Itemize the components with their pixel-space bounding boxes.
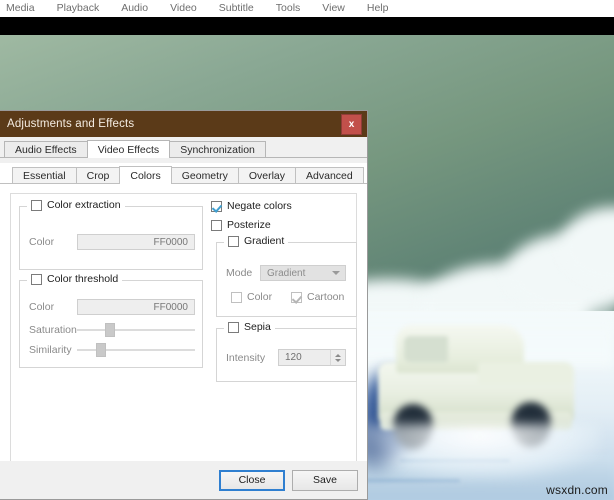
tab-crop[interactable]: Crop xyxy=(75,167,121,183)
tab-audio-effects[interactable]: Audio Effects xyxy=(4,141,88,157)
color-threshold-color-field[interactable]: FF0000 xyxy=(77,299,195,315)
gradient-color-row[interactable]: Color xyxy=(231,291,272,303)
stepper-up-icon[interactable] xyxy=(335,353,341,357)
color-extraction-label: Color extraction xyxy=(47,199,121,211)
car-subject xyxy=(360,320,600,480)
adjustments-and-effects-dialog: Adjustments and Effects x Audio Effects … xyxy=(0,110,368,500)
sepia-label: Sepia xyxy=(244,321,271,333)
color-threshold-color-label: Color xyxy=(29,301,55,313)
similarity-slider[interactable] xyxy=(77,343,195,357)
sepia-intensity-value: 120 xyxy=(285,352,302,363)
menu-item-playback[interactable]: Playback xyxy=(46,0,111,17)
posterize-checkbox[interactable] xyxy=(211,219,222,231)
gradient-cartoon-label: Cartoon xyxy=(307,291,345,303)
tab-geometry[interactable]: Geometry xyxy=(170,167,239,183)
gradient-header: Gradient xyxy=(224,235,289,247)
tab-synchronization[interactable]: Synchronization xyxy=(169,141,266,157)
gradient-mode-label: Mode xyxy=(226,267,253,279)
sepia-header: Sepia xyxy=(224,321,275,333)
gradient-mode-row: Mode Gradient xyxy=(226,265,348,281)
negate-colors-checkbox[interactable] xyxy=(211,200,222,212)
video-letterbox-bar xyxy=(0,17,614,35)
dialog-footer: Close Save xyxy=(0,461,367,499)
watermark: wsxdn.com xyxy=(546,483,608,497)
color-threshold-checkbox[interactable] xyxy=(31,273,42,285)
outer-tab-strip: Audio Effects Video Effects Synchronizat… xyxy=(0,137,367,158)
similarity-track xyxy=(77,349,195,351)
gradient-checkbox[interactable] xyxy=(228,235,239,247)
gradient-mode-value: Gradient xyxy=(267,267,306,279)
negate-colors-label: Negate colors xyxy=(227,200,292,212)
dialog-body: Essential Crop Colors Geometry Overlay A… xyxy=(0,163,367,485)
colors-page: Color extraction Color FF0000 Color thre… xyxy=(10,193,357,476)
save-button[interactable]: Save xyxy=(292,469,358,491)
saturation-slider[interactable] xyxy=(77,323,195,337)
sepia-checkbox[interactable] xyxy=(228,321,239,333)
color-extraction-group: Color extraction Color FF0000 xyxy=(19,199,203,270)
inner-tab-strip: Essential Crop Colors Geometry Overlay A… xyxy=(0,163,367,184)
car-hood xyxy=(478,362,574,384)
similarity-label: Similarity xyxy=(29,344,72,356)
color-threshold-group: Color threshold Color FF0000 Saturation … xyxy=(19,273,203,368)
color-threshold-header: Color threshold xyxy=(27,273,123,285)
close-button[interactable]: Close xyxy=(219,469,285,491)
tab-video-effects[interactable]: Video Effects xyxy=(86,140,171,158)
stepper-down-icon[interactable] xyxy=(335,358,341,362)
menu-item-tools[interactable]: Tools xyxy=(265,0,312,17)
snow-spray xyxy=(360,424,600,480)
menu-item-help[interactable]: Help xyxy=(356,0,400,17)
tab-colors[interactable]: Colors xyxy=(119,166,172,184)
vlc-menu-bar: Media Playback Audio Video Subtitle Tool… xyxy=(0,0,614,17)
sepia-intensity-label: Intensity xyxy=(226,351,266,364)
gradient-group: Gradient Mode Gradient Color Cartoon xyxy=(216,235,357,317)
posterize-label: Posterize xyxy=(227,219,271,231)
dialog-title-bar[interactable]: Adjustments and Effects x xyxy=(0,111,367,137)
menu-item-subtitle[interactable]: Subtitle xyxy=(208,0,265,17)
dialog-title: Adjustments and Effects xyxy=(7,118,135,130)
chevron-down-icon xyxy=(332,271,340,275)
gradient-mode-select[interactable]: Gradient xyxy=(260,265,346,281)
sepia-group: Sepia Intensity 120 xyxy=(216,321,357,382)
color-extraction-checkbox[interactable] xyxy=(31,199,42,211)
color-extraction-color-row: Color FF0000 xyxy=(29,234,195,250)
sepia-intensity-row: Intensity 120 xyxy=(226,349,348,366)
saturation-label: Saturation xyxy=(29,324,77,336)
menu-item-view[interactable]: View xyxy=(311,0,356,17)
similarity-row: Similarity xyxy=(29,343,195,357)
gradient-color-label: Color xyxy=(247,291,273,303)
saturation-handle[interactable] xyxy=(105,323,116,337)
gradient-cartoon-row[interactable]: Cartoon xyxy=(291,291,344,303)
gradient-cartoon-checkbox[interactable] xyxy=(291,291,302,303)
gradient-color-checkbox[interactable] xyxy=(231,291,242,303)
sepia-intensity-stepper[interactable]: 120 xyxy=(278,349,346,366)
similarity-handle[interactable] xyxy=(95,343,106,357)
color-extraction-color-field[interactable]: FF0000 xyxy=(77,234,195,250)
posterize-row[interactable]: Posterize xyxy=(211,219,271,231)
car-window xyxy=(404,336,448,362)
saturation-row: Saturation xyxy=(29,323,195,337)
menu-item-audio[interactable]: Audio xyxy=(110,0,159,17)
color-extraction-header: Color extraction xyxy=(27,199,125,211)
tab-advanced[interactable]: Advanced xyxy=(295,167,364,183)
color-extraction-color-label: Color xyxy=(29,236,55,248)
tab-essential[interactable]: Essential xyxy=(12,167,77,183)
gradient-label: Gradient xyxy=(244,235,285,247)
close-icon[interactable]: x xyxy=(341,114,362,135)
saturation-track xyxy=(77,329,195,331)
color-threshold-color-row: Color FF0000 xyxy=(29,299,195,315)
menu-item-media[interactable]: Media xyxy=(0,0,46,17)
menu-item-video[interactable]: Video xyxy=(159,0,208,17)
negate-colors-row[interactable]: Negate colors xyxy=(211,200,292,212)
color-threshold-label: Color threshold xyxy=(47,273,119,285)
tab-overlay[interactable]: Overlay xyxy=(237,167,297,183)
stepper-buttons[interactable] xyxy=(330,350,345,365)
